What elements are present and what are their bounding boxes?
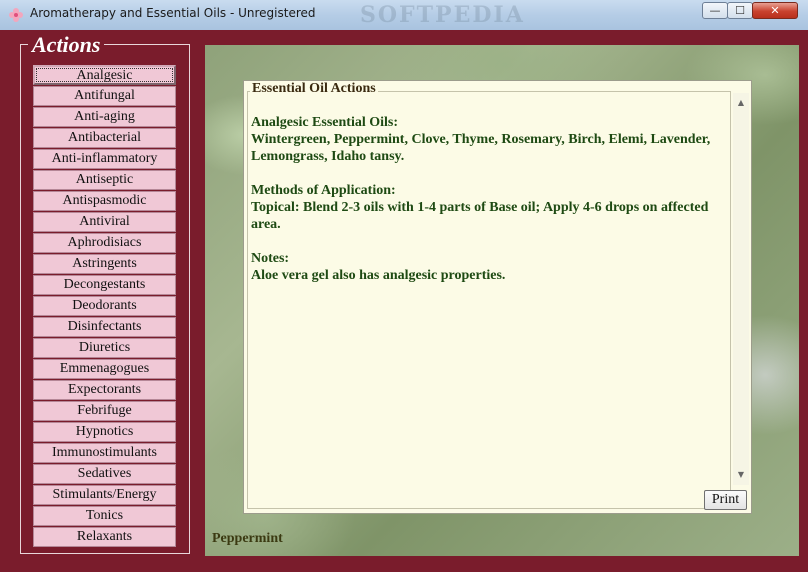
action-button[interactable]: Antiviral xyxy=(33,212,176,232)
action-button[interactable]: Antibacterial xyxy=(33,128,176,148)
action-button[interactable]: Antispasmodic xyxy=(33,191,176,211)
notes-text: Aloe vera gel also has analgesic propert… xyxy=(251,268,506,283)
action-button[interactable]: Disinfectants xyxy=(33,317,176,337)
notes-heading: Notes: xyxy=(251,251,290,266)
action-button[interactable]: Anti-inflammatory xyxy=(33,149,176,169)
image-caption: Peppermint xyxy=(212,531,283,546)
action-button[interactable]: Analgesic xyxy=(33,65,176,85)
actions-title: Actions xyxy=(28,32,105,58)
action-button[interactable]: Diuretics xyxy=(33,338,176,358)
close-button[interactable]: ✕ xyxy=(752,2,798,19)
action-button[interactable]: Relaxants xyxy=(33,527,176,547)
action-button[interactable]: Aphrodisiacs xyxy=(33,233,176,253)
title-bar: Aromatherapy and Essential Oils - Unregi… xyxy=(0,0,808,31)
action-button[interactable]: Antifungal xyxy=(33,86,176,106)
methods-text: Topical: Blend 2-3 oils with 1-4 parts o… xyxy=(251,200,709,232)
action-button[interactable]: Sedatives xyxy=(33,464,176,484)
action-button[interactable]: Antiseptic xyxy=(33,170,176,190)
scroll-up-icon[interactable]: ▲ xyxy=(733,95,749,111)
action-button[interactable]: Anti-aging xyxy=(33,107,176,127)
maximize-button[interactable]: ☐ xyxy=(727,2,753,19)
vertical-scrollbar[interactable]: ▲ ▼ xyxy=(733,93,749,485)
methods-heading: Methods of Application: xyxy=(251,183,396,198)
flower-icon xyxy=(9,8,23,22)
action-button[interactable]: Deodorants xyxy=(33,296,176,316)
action-button[interactable]: Febrifuge xyxy=(33,401,176,421)
info-group-title: Essential Oil Actions xyxy=(250,81,378,97)
action-button[interactable]: Immunostimulants xyxy=(33,443,176,463)
oils-heading: Analgesic Essential Oils: xyxy=(251,115,399,130)
oils-list: Wintergreen, Peppermint, Clove, Thyme, R… xyxy=(251,132,711,164)
action-button[interactable]: Tonics xyxy=(33,506,176,526)
watermark: SOFTPEDIA xyxy=(360,2,525,28)
minimize-button[interactable]: — xyxy=(702,2,728,19)
action-button[interactable]: Hypnotics xyxy=(33,422,176,442)
action-button[interactable]: Astringents xyxy=(33,254,176,274)
scroll-down-icon[interactable]: ▼ xyxy=(733,467,749,483)
action-button[interactable]: Stimulants/Energy xyxy=(33,485,176,505)
action-button[interactable]: Decongestants xyxy=(33,275,176,295)
print-button[interactable]: Print xyxy=(704,490,747,510)
window-title: Aromatherapy and Essential Oils - Unregi… xyxy=(30,6,316,20)
action-button[interactable]: Emmenagogues xyxy=(33,359,176,379)
action-button[interactable]: Expectorants xyxy=(33,380,176,400)
